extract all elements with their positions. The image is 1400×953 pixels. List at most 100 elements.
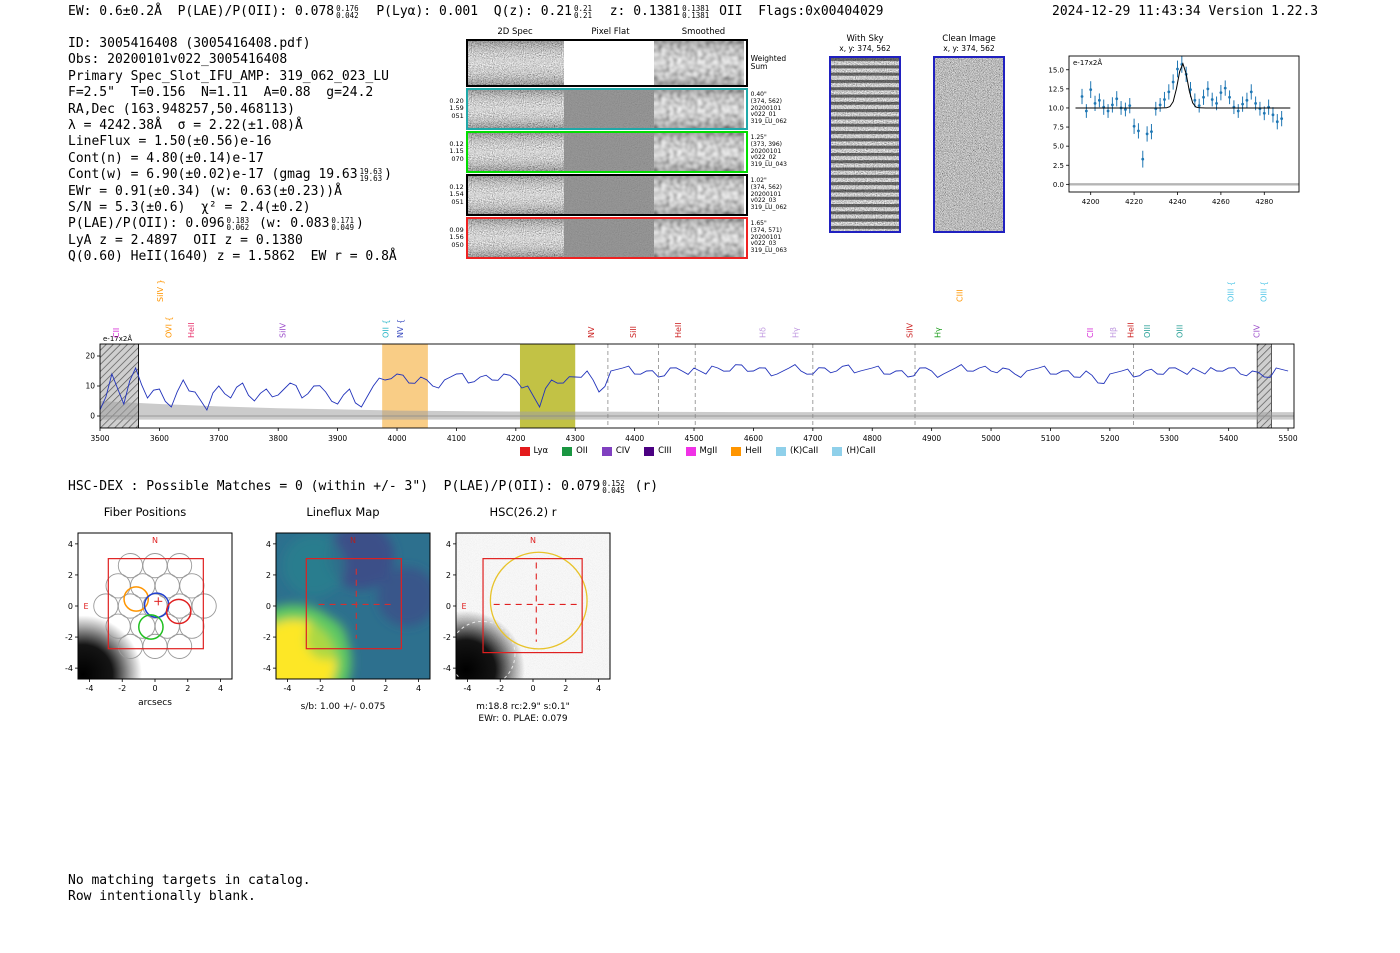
svg-text:5300: 5300 <box>1160 434 1179 443</box>
hsc-image-panel: HSC(26.2) r N E -4 -4 -2 -2 0 0 2 2 4 4 m:18.8 rc:2… <box>418 505 628 725</box>
svg-text:-2: -2 <box>443 633 451 642</box>
legend-item: CIV <box>601 446 630 456</box>
svg-text:-4: -4 <box>283 684 291 693</box>
legend-swatch <box>685 446 696 456</box>
spec2d-row: 0.12 1.15 070 1.25" (373, 396) 20200101 v022_0… <box>440 131 826 173</box>
svg-text:4: 4 <box>68 540 73 549</box>
svg-text:4800: 4800 <box>863 434 882 443</box>
svg-text:2: 2 <box>383 684 388 693</box>
timestamp-version: 2024-12-29 11:43:34 Version 1.22.3 <box>1052 4 1319 19</box>
spec2d-cutout-smooth <box>653 41 744 85</box>
spectrum-legend: Lyα OII CIV CIII MgII HeII (K)CaII (H)CaII <box>80 446 1315 456</box>
hsc-image-chart: N E -4 -4 -2 -2 0 0 2 2 4 4 <box>443 532 611 693</box>
spec2d-cutout-flat <box>563 90 654 128</box>
svg-text:2: 2 <box>563 684 568 693</box>
svg-text:-2: -2 <box>316 684 324 693</box>
svg-text:-4: -4 <box>65 664 73 673</box>
legend-item: Lyα <box>519 446 548 456</box>
emission-line-label: NV <box>587 326 596 338</box>
svg-text:4220: 4220 <box>1125 198 1143 206</box>
svg-text:2: 2 <box>266 571 271 580</box>
legend-item: (K)CaII <box>775 446 818 456</box>
svg-text:-2: -2 <box>496 684 504 693</box>
spec2d-col-title: Pixel Flat <box>591 27 630 37</box>
info-line: Primary Spec_Slot_IFU_AMP: 319_062_023_L… <box>68 68 389 84</box>
svg-text:0: 0 <box>90 412 95 421</box>
svg-text:3800: 3800 <box>269 434 288 443</box>
emission-line-label: SiIV <box>278 322 287 338</box>
legend-swatch <box>644 446 655 456</box>
svg-text:4240: 4240 <box>1169 198 1187 206</box>
hsc-image-title: HSC(26.2) r <box>489 505 557 519</box>
svg-text:arcsecs: arcsecs <box>138 698 172 708</box>
emission-line-label: OVI { <box>164 316 173 338</box>
svg-text:e-17x2Å: e-17x2Å <box>1073 58 1102 67</box>
elixer-report-page: EW: 0.6±0.2Å P(LAE)/P(OII): 0.078 0.176 0.… <box>0 0 1400 953</box>
svg-text:5100: 5100 <box>1041 434 1060 443</box>
clean-image-panel: Clean Image x, y: 374, 562 <box>930 34 1008 233</box>
stacked-value: 0.152 0.045 <box>602 478 625 495</box>
svg-text:-4: -4 <box>85 684 93 693</box>
spec2d-cutout-trace <box>467 176 564 214</box>
svg-text:4200: 4200 <box>506 434 525 443</box>
info-line: LineFlux = 1.50(±0.56)e-16 <box>68 134 272 150</box>
spec2d-row: 0.20 1.59 051 0.40" (374, 562) 20200101 v022_0… <box>440 88 826 130</box>
svg-text:E: E <box>83 602 88 611</box>
emission-line-label: Hγ <box>934 327 943 338</box>
svg-text:-4: -4 <box>263 664 271 673</box>
svg-text:15.0: 15.0 <box>1048 66 1064 74</box>
svg-text:0.0: 0.0 <box>1053 181 1064 189</box>
legend-item: OII <box>562 446 588 456</box>
info-line: P(LAE)/P(OII): 0.096 0.183 0.062 (w: 0.083… <box>68 215 364 232</box>
emission-line-label: SiIV <box>906 322 915 338</box>
svg-text:2: 2 <box>68 571 73 580</box>
svg-text:5400: 5400 <box>1219 434 1238 443</box>
lineflux-map-panel: Lineflux Map N -4 -4 -2 -2 0 0 2 2 4 4 s/b: 1.00 +… <box>238 505 448 713</box>
fiber-positions-title: Fiber Positions <box>103 505 187 519</box>
svg-text:0: 0 <box>530 684 535 693</box>
emission-line-label: HeII <box>674 322 683 338</box>
stacked-value: 0.21 0.21 <box>574 3 593 20</box>
svg-text:-2: -2 <box>65 633 73 642</box>
spec2d-cutout-flat <box>563 176 654 214</box>
info-line: λ = 4242.38Å σ = 2.22(±1.08)Å <box>68 117 303 133</box>
emission-line-label: OIII { <box>1226 281 1235 302</box>
emission-line-label: SiII <box>629 326 638 338</box>
spec2d-cutout-smooth <box>653 90 744 128</box>
with-sky-panel: With Sky x, y: 374, 562 <box>826 34 904 233</box>
emission-line-label: NV { <box>396 319 405 338</box>
svg-text:4: 4 <box>266 540 271 549</box>
emission-line-label: SiIV } <box>156 279 165 302</box>
svg-text:4260: 4260 <box>1212 198 1230 206</box>
svg-text:-4: -4 <box>443 664 451 673</box>
spec2d-row: 0.09 1.56 050 1.65" (374, 571) 20200101 v022_0… <box>440 217 826 259</box>
spec2d-row: Weighted Sum <box>440 39 826 87</box>
svg-text:2.5: 2.5 <box>1053 162 1064 170</box>
svg-text:4: 4 <box>596 684 601 693</box>
spec2d-panel: 2D Spec Pixel Flat Smoothed Weighted Sum 0… <box>440 27 826 260</box>
legend-swatch <box>519 446 530 456</box>
emission-line-label: HeII <box>1127 322 1136 338</box>
legend-swatch <box>832 446 843 456</box>
emission-line-label: CIII <box>956 289 965 302</box>
emission-line-label: CIV <box>1253 324 1262 338</box>
svg-text:5.0: 5.0 <box>1053 143 1064 151</box>
clean-image-title: Clean Image <box>942 34 996 44</box>
emission-line-label: OIII <box>1175 325 1184 338</box>
svg-text:4300: 4300 <box>566 434 585 443</box>
legend-swatch <box>731 446 742 456</box>
spec2d-cutout-trace <box>467 41 564 85</box>
footer-line: Row intentionally blank. <box>68 889 256 905</box>
svg-text:12.5: 12.5 <box>1048 85 1064 93</box>
stacked-value: 0.183 0.062 <box>226 215 250 232</box>
svg-text:7.5: 7.5 <box>1053 124 1064 132</box>
svg-text:20: 20 <box>85 352 95 361</box>
svg-text:2: 2 <box>446 571 451 580</box>
spec2d-col-title: Smoothed <box>681 27 726 37</box>
svg-text:N: N <box>152 536 158 545</box>
legend-item: MgII <box>685 446 717 456</box>
svg-text:-2: -2 <box>118 684 126 693</box>
emission-line-label: HeII <box>187 322 196 338</box>
svg-text:3900: 3900 <box>328 434 347 443</box>
info-line: LyA z = 2.4897 OII z = 0.1380 <box>68 232 303 248</box>
